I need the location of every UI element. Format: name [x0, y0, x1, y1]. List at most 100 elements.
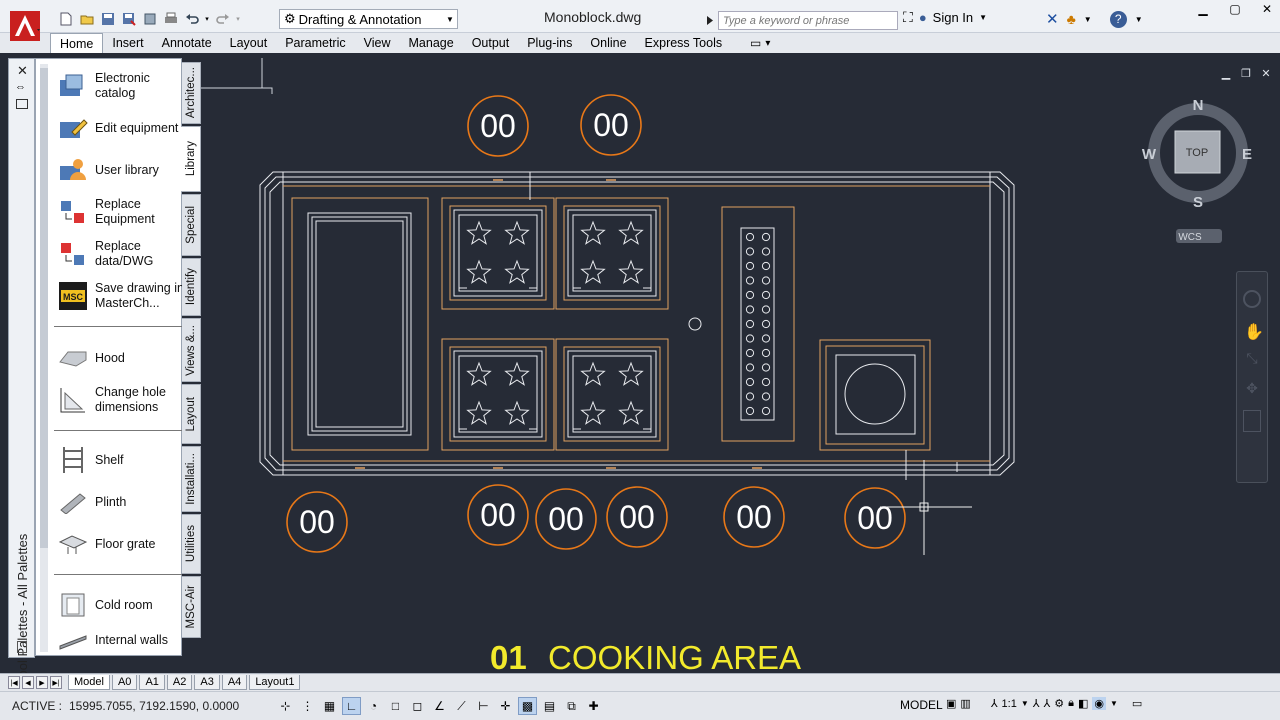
- ortho-icon[interactable]: ∟: [342, 697, 361, 715]
- palette-item-user-library[interactable]: User library: [57, 154, 187, 186]
- equipment-callout[interactable]: 00: [580, 94, 642, 156]
- equipment-callout[interactable]: 00: [723, 486, 785, 548]
- tab-plug-ins[interactable]: Plug-ins: [518, 33, 581, 53]
- tab-online[interactable]: Online: [581, 33, 635, 53]
- palette-item-change-hole[interactable]: Change hole dimensions: [57, 384, 187, 416]
- tab-manage[interactable]: Manage: [400, 33, 463, 53]
- open-icon[interactable]: [77, 10, 96, 28]
- 3d-osnap-icon[interactable]: ◻: [408, 697, 427, 715]
- chevron-down-icon[interactable]: ▼: [1135, 15, 1143, 24]
- allow-disallow-ucs-icon[interactable]: ⟋: [452, 697, 471, 715]
- equipment-callout[interactable]: 00: [535, 488, 597, 550]
- palette-item-save-drawing[interactable]: MSC Save drawing in MasterCh...: [57, 280, 187, 312]
- palette-item-electronic-catalog[interactable]: Electronic catalog: [57, 70, 187, 102]
- search-expand-icon[interactable]: [707, 14, 713, 28]
- layout-tab-a2[interactable]: A2: [166, 675, 193, 690]
- palette-item-floor-grate[interactable]: Floor grate: [57, 528, 187, 560]
- equipment-callout[interactable]: 00: [467, 484, 529, 546]
- exchange-icon[interactable]: ✕: [1046, 10, 1059, 28]
- hardware-acceleration-icon[interactable]: ◧: [1078, 697, 1088, 710]
- chevron-down-icon[interactable]: ▾: [765, 38, 770, 49]
- object-snap-icon[interactable]: □: [386, 697, 405, 715]
- auto-scale-icon[interactable]: ⅄: [1044, 697, 1051, 710]
- first-tab-icon[interactable]: |◀: [8, 676, 20, 689]
- layout-tab-a0[interactable]: A0: [111, 675, 138, 690]
- orbit-icon[interactable]: ✥: [1244, 380, 1260, 398]
- search-input[interactable]: Type a keyword or phrase: [718, 11, 898, 30]
- quick-properties-icon[interactable]: ▤: [540, 697, 559, 715]
- workspace-switching-icon[interactable]: ⚙: [1054, 697, 1064, 710]
- tab-special[interactable]: Special: [182, 194, 201, 256]
- zoom-extents-icon[interactable]: ⤡: [1244, 350, 1260, 368]
- tab-home[interactable]: Home: [50, 33, 104, 53]
- tab-parametric[interactable]: Parametric: [276, 33, 354, 53]
- close-icon[interactable]: ✕: [1260, 2, 1274, 16]
- quick-view-layouts-icon[interactable]: ▣: [946, 697, 956, 710]
- sign-in-area[interactable]: ⛶ ● Sign In ▼: [903, 9, 987, 26]
- object-snap-tracking-icon[interactable]: ∠: [430, 697, 449, 715]
- coordinate-readout[interactable]: 15995.7055, 7192.1590, 0.0000: [69, 699, 239, 713]
- isolate-objects-icon[interactable]: ◉: [1092, 697, 1106, 710]
- palette-item-replace-data[interactable]: Replace data/DWG: [57, 238, 187, 270]
- ribbon-minimize-control[interactable]: ▭ ▾: [750, 36, 770, 50]
- palette-item-replace-equipment[interactable]: Replace Equipment: [57, 196, 187, 228]
- equipment-callout[interactable]: 00: [286, 491, 348, 553]
- layout-tab-model[interactable]: Model: [68, 675, 110, 690]
- tab-installation[interactable]: Installati...: [182, 446, 201, 512]
- chevron-down-icon[interactable]: ▼: [1110, 699, 1118, 708]
- tab-view[interactable]: View: [355, 33, 400, 53]
- application-menu-button[interactable]: [4, 6, 46, 46]
- clean-screen-icon[interactable]: ▭: [1132, 697, 1142, 710]
- save-icon[interactable]: [98, 10, 117, 28]
- layout-tab-a1[interactable]: A1: [139, 675, 165, 690]
- palette-item-shelf[interactable]: Shelf: [57, 444, 187, 476]
- infer-constraints-icon[interactable]: ⊹: [276, 697, 295, 715]
- undo-icon[interactable]: [182, 10, 201, 28]
- showmotion-icon[interactable]: [1243, 410, 1261, 432]
- ribbon-toggle-icon[interactable]: ▭: [750, 36, 761, 50]
- dynamic-input-icon[interactable]: ⊢: [474, 697, 493, 715]
- equipment-callout[interactable]: 00: [467, 95, 529, 157]
- sign-in-link[interactable]: Sign In: [933, 10, 973, 25]
- restore-icon[interactable]: ❐: [1240, 67, 1252, 80]
- palette-item-cold-room[interactable]: Cold room: [57, 589, 187, 621]
- viewcube[interactable]: TOP N S E W WCS: [1138, 93, 1258, 253]
- chevron-down-icon[interactable]: ▼: [1084, 15, 1092, 24]
- palette-options-icon[interactable]: [17, 641, 27, 653]
- annotation-scale-value[interactable]: 1:1: [1002, 698, 1017, 710]
- equipment-callout[interactable]: 00: [844, 487, 906, 549]
- properties-icon[interactable]: [16, 99, 28, 109]
- last-tab-icon[interactable]: ▶|: [50, 676, 62, 689]
- layout-tab-a4[interactable]: A4: [221, 675, 248, 690]
- web-mobile-icon[interactable]: [140, 10, 159, 28]
- tab-library[interactable]: Library: [181, 126, 201, 192]
- annotation-visibility-icon[interactable]: ⅄: [1033, 697, 1040, 710]
- close-icon[interactable]: ✕: [1260, 67, 1272, 80]
- compass-east[interactable]: E: [1242, 146, 1252, 163]
- layout-tab-a3[interactable]: A3: [194, 675, 220, 690]
- workspace-selector[interactable]: ⚙ Drafting & Annotation ▼: [279, 9, 458, 29]
- lineweight-icon[interactable]: ✛: [496, 697, 515, 715]
- compass-west[interactable]: W: [1142, 146, 1157, 163]
- compass-south[interactable]: S: [1193, 194, 1203, 211]
- pan-icon[interactable]: ✋: [1244, 322, 1264, 341]
- undo-dropdown-icon[interactable]: ▾: [203, 10, 211, 28]
- auto-hide-icon[interactable]: ⇔: [15, 81, 26, 93]
- tab-insert[interactable]: Insert: [103, 33, 152, 53]
- polar-tracking-icon[interactable]: ◔: [364, 697, 383, 715]
- selection-cycling-icon[interactable]: ⧉: [562, 697, 581, 715]
- minimize-icon[interactable]: ▁: [1196, 2, 1210, 16]
- lock-icon[interactable]: 🔒︎: [1068, 697, 1074, 710]
- redo-dropdown-icon[interactable]: ▾: [234, 10, 242, 28]
- binoculars-icon[interactable]: ⛶: [903, 9, 913, 26]
- tab-layout[interactable]: Layout: [221, 33, 277, 53]
- save-as-icon[interactable]: [119, 10, 138, 28]
- chevron-down-icon[interactable]: ▼: [979, 13, 987, 22]
- compass-north[interactable]: N: [1193, 97, 1204, 114]
- snap-mode-icon[interactable]: ⋮: [298, 697, 317, 715]
- steering-wheel-icon[interactable]: [1243, 290, 1261, 308]
- layout-tab-layout1[interactable]: Layout1: [249, 675, 301, 690]
- model-space-toggle[interactable]: MODEL: [900, 698, 943, 712]
- tab-annotate[interactable]: Annotate: [153, 33, 221, 53]
- minimize-icon[interactable]: ▁: [1220, 67, 1232, 80]
